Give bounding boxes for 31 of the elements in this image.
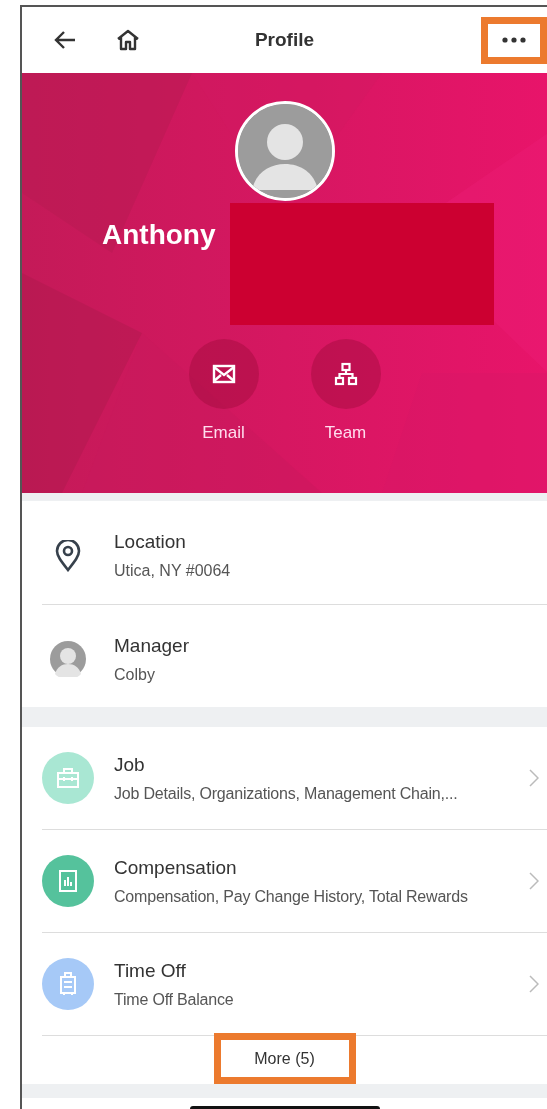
employee-name: Anthony [102, 219, 216, 251]
row-value: Colby [114, 665, 156, 684]
home-icon [116, 29, 140, 51]
profile-section-item[interactable]: Job Job Details, Organizations, Management Chain,... [42, 727, 547, 830]
location-pin-icon [55, 539, 81, 572]
more-icon [502, 37, 526, 43]
row-title: Manager [114, 634, 189, 657]
luggage-icon [59, 971, 77, 997]
chevron-right-icon [529, 872, 539, 890]
chevron-right-icon [529, 769, 539, 787]
org-chart-icon [333, 362, 358, 386]
envelope-icon [211, 364, 236, 384]
profile-section-item[interactable]: Compensation Compensation, Pay Change History, Total Rewards [42, 830, 547, 933]
section-title: Compensation [114, 856, 238, 879]
avatar-icon [50, 641, 86, 677]
row-title: Location [114, 531, 187, 553]
briefcase-icon [56, 767, 80, 789]
section-subtitle: Time Off Balance [114, 990, 235, 1009]
back-button[interactable] [54, 30, 76, 50]
section-subtitle: Job Details, Organizations, Management Chain,... [114, 784, 459, 803]
more-menu-button[interactable] [481, 16, 547, 64]
more-button[interactable]: More (5) [213, 1033, 356, 1084]
row-value: Utica, NY #0064 [114, 562, 231, 580]
home-button[interactable] [116, 29, 140, 51]
page-title: Profile [254, 29, 315, 50]
back-arrow-icon [54, 30, 76, 50]
section-subtitle: Compensation, Pay Change History, Total Rewards [114, 887, 469, 906]
section-title: Job [114, 753, 146, 776]
chevron-right-icon [529, 975, 539, 993]
chart-icon [58, 869, 78, 893]
section-title: Time Off [114, 959, 187, 982]
